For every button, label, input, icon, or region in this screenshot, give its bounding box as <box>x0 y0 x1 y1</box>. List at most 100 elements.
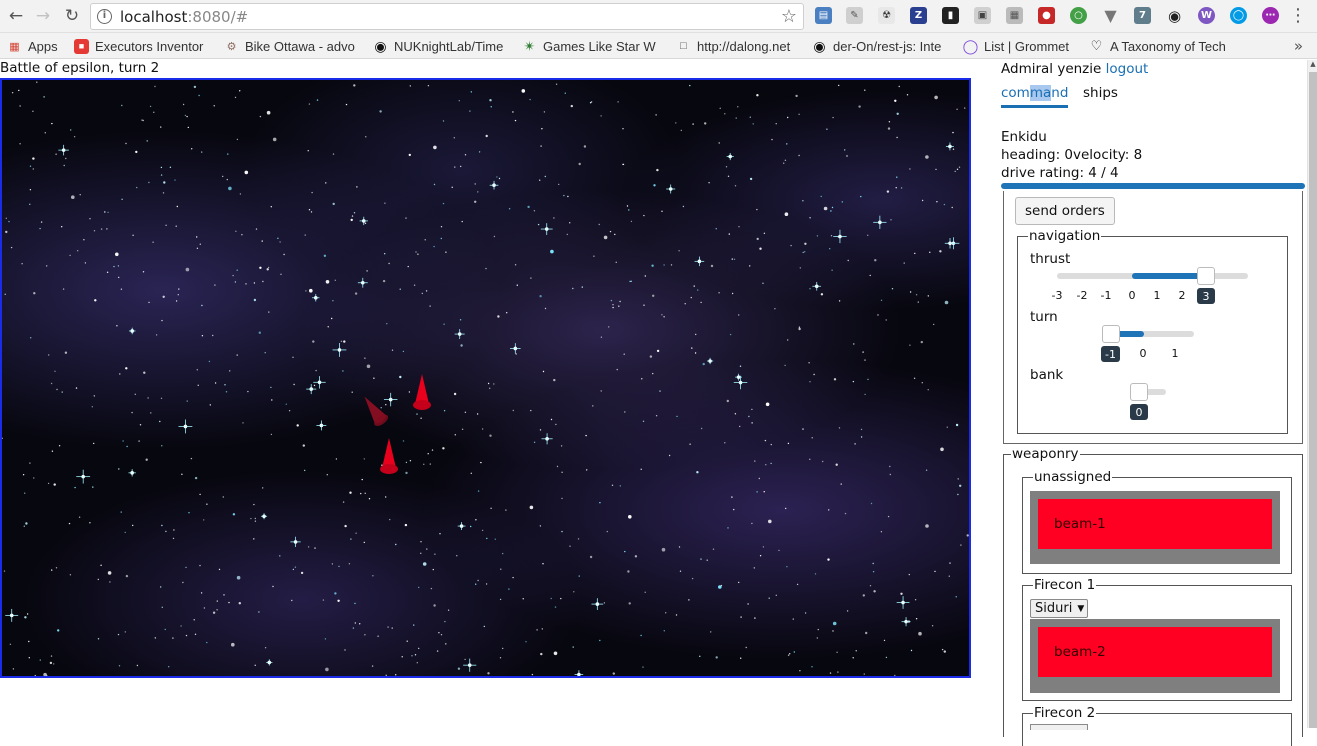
star <box>615 261 617 263</box>
battle-map-canvas[interactable] <box>0 78 971 678</box>
thrust-label: thrust <box>1030 251 1071 267</box>
star <box>402 350 405 353</box>
info-icon[interactable]: i <box>97 9 112 24</box>
star <box>115 252 119 257</box>
extension-github-icon[interactable]: ◉ <box>1166 7 1183 25</box>
star <box>405 471 408 475</box>
ship-ghost[interactable] <box>358 392 390 428</box>
more-bookmarks-icon[interactable]: » <box>1294 37 1303 55</box>
beam-card[interactable]: beam-2 <box>1038 627 1272 677</box>
star <box>160 166 163 169</box>
extension-ws-icon[interactable]: W <box>1198 7 1215 24</box>
star <box>948 575 950 577</box>
star <box>47 482 50 485</box>
page-scrollbar[interactable]: ▲ <box>1307 60 1317 728</box>
star <box>514 264 517 266</box>
star <box>710 631 712 633</box>
star <box>418 586 420 589</box>
star <box>956 168 959 170</box>
extension-ring-icon[interactable]: ◯ <box>1230 7 1247 24</box>
star <box>643 214 645 217</box>
star <box>561 530 563 533</box>
browser-menu-icon[interactable]: ⋮ <box>1289 5 1307 26</box>
bookmark-executors[interactable]: ■ Executors Inventor <box>74 36 214 56</box>
ship-siduri[interactable] <box>380 438 398 474</box>
star <box>628 515 632 519</box>
scrollbar-thumb[interactable] <box>1309 72 1317 728</box>
beam-card[interactable]: beam-1 <box>1038 499 1272 549</box>
send-orders-button[interactable]: send orders <box>1015 197 1115 225</box>
star <box>778 549 780 552</box>
star <box>350 218 353 222</box>
star <box>822 460 824 463</box>
star <box>838 84 840 87</box>
star <box>4 293 6 295</box>
star <box>416 413 418 415</box>
star <box>181 473 183 475</box>
bookmark-bike-ottawa[interactable]: ⚙ Bike Ottawa - advo <box>224 36 364 56</box>
star <box>322 599 325 601</box>
star <box>735 117 737 119</box>
star <box>493 383 495 385</box>
extension-tabs-icon[interactable]: ▤ <box>815 7 832 24</box>
star <box>804 251 806 253</box>
reload-icon[interactable]: ↻ <box>60 4 84 28</box>
star <box>830 210 832 212</box>
extension-zotero-icon[interactable]: Z <box>910 7 927 24</box>
address-bar[interactable]: i localhost:8080/# ☆ <box>90 3 804 30</box>
star <box>514 119 517 122</box>
firecon-1-target-select[interactable]: Siduri ▼ <box>1030 599 1088 618</box>
star <box>353 212 356 214</box>
star <box>402 440 405 442</box>
turn-handle[interactable] <box>1102 325 1120 343</box>
forward-arrow-icon[interactable]: → <box>31 4 55 28</box>
star <box>431 449 434 451</box>
star <box>97 638 100 640</box>
star <box>943 203 946 206</box>
logout-link[interactable]: logout <box>1106 61 1149 77</box>
tab-ships[interactable]: ships <box>1083 85 1118 101</box>
extension-notes-icon[interactable]: ✎ <box>846 7 863 24</box>
bookmark-apps[interactable]: ▦ Apps <box>7 36 67 56</box>
github-icon: ◉ <box>813 37 826 54</box>
star <box>314 547 316 549</box>
bookmark-knightlab[interactable]: ◉ NUKnightLab/Time <box>373 36 513 56</box>
bookmark-grommet[interactable]: ◯ List | Grommet <box>963 36 1083 56</box>
extension-radiation-icon[interactable]: ☢ <box>878 7 895 24</box>
bookmark-rest-js[interactable]: ◉ der-On/rest-js: Inte <box>812 36 952 56</box>
star <box>678 546 681 548</box>
extension-evernote-icon[interactable]: ▮ <box>942 7 959 24</box>
star <box>719 107 721 109</box>
star <box>738 581 740 584</box>
extension-grid-icon[interactable]: ▦ <box>1006 7 1023 24</box>
extension-circle-icon[interactable]: ○ <box>1070 7 1087 24</box>
extension-reader-icon[interactable]: ▣ <box>974 7 991 24</box>
bank-handle[interactable] <box>1130 383 1148 401</box>
bookmark-taxonomy[interactable]: ♡ A Taxonomy of Tech <box>1089 36 1227 56</box>
star <box>610 299 613 302</box>
star <box>324 638 327 640</box>
star <box>915 294 918 296</box>
thrust-handle[interactable] <box>1197 267 1215 285</box>
star <box>433 183 436 186</box>
star <box>310 211 313 213</box>
star <box>525 641 527 643</box>
bookmark-dalong[interactable]: □ http://dalong.net <box>676 36 808 56</box>
star <box>738 226 740 228</box>
star <box>182 103 185 106</box>
extension-record-icon[interactable]: ● <box>1038 7 1055 24</box>
tab-command[interactable]: command <box>1001 85 1069 108</box>
bookmark-star-icon[interactable]: ☆ <box>781 6 797 27</box>
firecon-2-target-select[interactable] <box>1030 724 1088 730</box>
extension-vue-icon[interactable]: ▼ <box>1102 6 1119 25</box>
ship-enkidu[interactable] <box>413 374 431 410</box>
scroll-up-arrow-icon[interactable]: ▲ <box>1309 60 1317 70</box>
star <box>883 639 886 642</box>
star <box>880 299 883 301</box>
back-arrow-icon[interactable]: ← <box>4 4 28 28</box>
star <box>340 340 343 342</box>
bookmark-games-like[interactable]: ✴ Games Like Star W <box>522 36 662 56</box>
star <box>811 666 813 668</box>
extension-badge-icon[interactable]: 7 <box>1134 7 1151 24</box>
extension-dots-icon[interactable]: ⋯ <box>1262 7 1279 24</box>
